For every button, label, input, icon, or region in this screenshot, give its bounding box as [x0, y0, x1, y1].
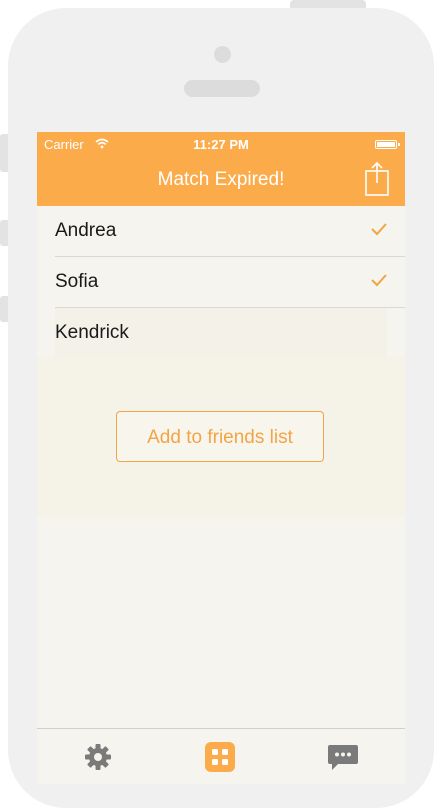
gear-icon[interactable]	[82, 741, 114, 773]
dice-icon[interactable]	[204, 741, 236, 773]
list-item[interactable]: Sofia	[55, 257, 405, 308]
tab-bar	[37, 728, 405, 784]
list-item[interactable]: Kendrick	[55, 308, 387, 358]
mute-switch	[0, 134, 8, 172]
checkmark-icon	[371, 274, 387, 287]
player-name: Sofia	[55, 271, 99, 292]
player-name: Andrea	[55, 220, 117, 241]
actions-panel: Add to friends list	[37, 357, 405, 517]
battery-icon	[375, 140, 400, 149]
checkmark-icon	[371, 223, 387, 236]
chat-bubble-icon[interactable]	[327, 741, 359, 773]
player-name: Kendrick	[55, 322, 129, 343]
share-icon[interactable]	[363, 162, 391, 196]
clock: 11:27 PM	[193, 137, 249, 152]
add-to-friends-button[interactable]: Add to friends list	[116, 411, 324, 462]
earpiece-speaker	[184, 80, 260, 97]
front-camera	[214, 46, 231, 63]
page-title: Match Expired!	[157, 169, 285, 190]
volume-up-button	[0, 220, 8, 246]
player-list: Andrea Sofia Kendrick	[37, 206, 405, 358]
navigation-bar: Carrier 11:27 PM Match Expired!	[37, 132, 405, 206]
volume-down-button	[0, 296, 8, 322]
list-item[interactable]: Andrea	[55, 206, 405, 257]
app-screen: Carrier 11:27 PM Match Expired! Andrea S…	[37, 132, 405, 784]
